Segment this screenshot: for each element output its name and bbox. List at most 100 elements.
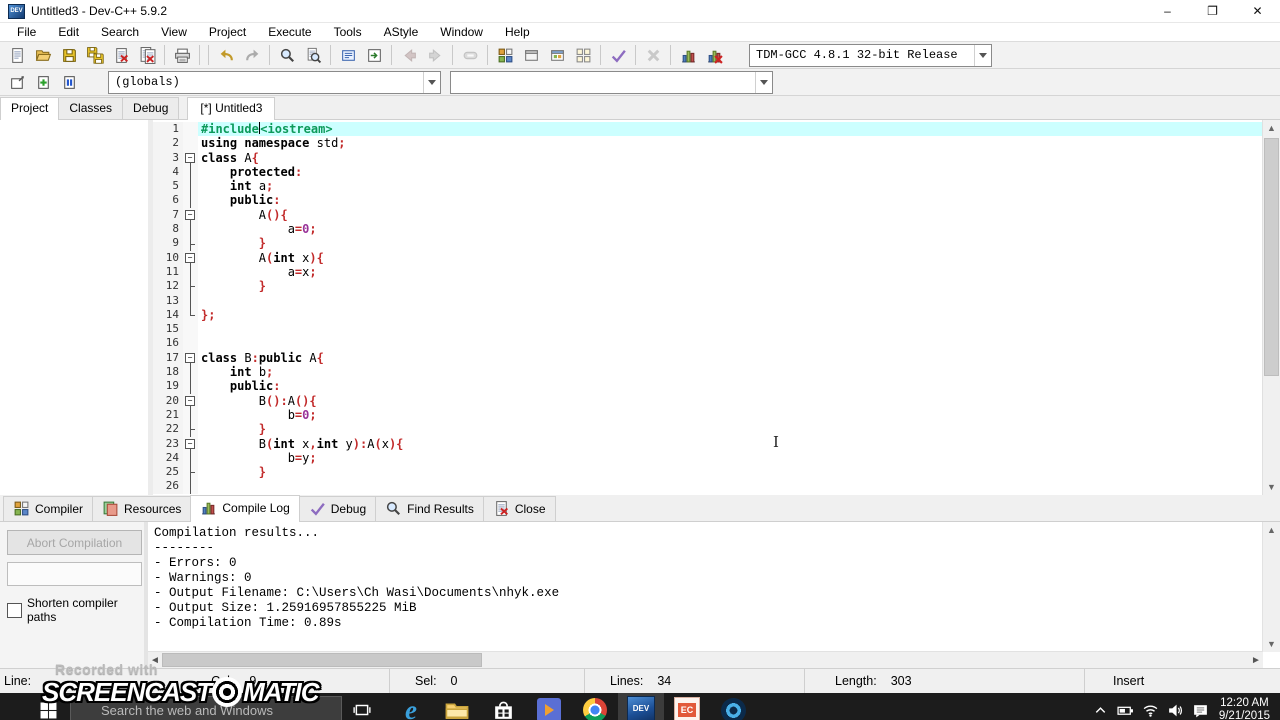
chevron-down-icon[interactable]: [755, 71, 772, 93]
log-line: - Errors: 0: [154, 556, 237, 570]
tab-project[interactable]: Project: [0, 97, 60, 120]
status-insert-mode: Insert: [1113, 674, 1145, 688]
code-text: }: [258, 236, 267, 251]
new-file-button[interactable]: [4, 43, 30, 67]
close-button[interactable]: ✕: [1235, 0, 1280, 22]
line-number: 11: [153, 264, 183, 280]
log-horizontal-scrollbar[interactable]: ◄ ►: [148, 651, 1263, 668]
rebuild-button[interactable]: [570, 43, 596, 67]
redo-button[interactable]: [239, 43, 265, 67]
open-file-button[interactable]: [30, 43, 56, 67]
volume-icon[interactable]: [1163, 693, 1188, 720]
shorten-paths-checkbox[interactable]: [7, 602, 22, 618]
scroll-right-arrow-icon[interactable]: ►: [1249, 655, 1263, 666]
scroll-down-arrow-icon[interactable]: ▼: [1263, 636, 1280, 652]
log-vertical-scrollbar[interactable]: ▲ ▼: [1262, 522, 1280, 652]
fold-collapse-icon[interactable]: [183, 350, 198, 366]
fold-collapse-icon[interactable]: [183, 436, 198, 452]
menu-help[interactable]: Help: [494, 24, 541, 40]
taskbar-app-file-explorer[interactable]: [434, 693, 480, 720]
taskbar-app-screencast-o-matic[interactable]: [710, 693, 756, 720]
profile-delete-button[interactable]: [701, 43, 727, 67]
menu-file[interactable]: File: [6, 24, 47, 40]
editor-tab-untitled3[interactable]: [*] Untitled3: [187, 97, 276, 120]
save-button[interactable]: [56, 43, 82, 67]
add-bookmark-button[interactable]: [30, 70, 56, 94]
battery-icon[interactable]: [1113, 693, 1138, 720]
fold-collapse-icon[interactable]: [183, 250, 198, 266]
scrollbar-thumb[interactable]: [162, 653, 482, 667]
tab-close[interactable]: Close: [482, 496, 556, 521]
find-button[interactable]: [274, 43, 300, 67]
fold-collapse-icon[interactable]: [183, 393, 198, 409]
action-center-icon[interactable]: [1188, 693, 1213, 720]
tab-debug[interactable]: Debug: [298, 496, 377, 521]
editor-vertical-scrollbar[interactable]: ▲ ▼: [1262, 120, 1280, 495]
members-select[interactable]: [450, 70, 773, 94]
profile-button[interactable]: [675, 43, 701, 67]
taskbar-app-expression-encoder[interactable]: EC: [664, 693, 710, 720]
taskbar-clock[interactable]: 12:20 AM 9/21/2015: [1213, 697, 1280, 720]
replace-button[interactable]: [300, 43, 326, 67]
scroll-up-arrow-icon[interactable]: ▲: [1263, 120, 1280, 136]
goto-bookmark-button[interactable]: [56, 70, 82, 94]
globals-select[interactable]: (globals): [108, 70, 441, 94]
tab-compile-log[interactable]: Compile Log: [190, 495, 300, 522]
menu-edit[interactable]: Edit: [47, 24, 90, 40]
insert-snippet-button[interactable]: [4, 70, 30, 94]
close-file-button[interactable]: [108, 43, 134, 67]
task-view-button[interactable]: [342, 693, 382, 720]
menu-search[interactable]: Search: [90, 24, 150, 40]
close-all-button[interactable]: [134, 43, 160, 67]
run-button[interactable]: [518, 43, 544, 67]
menu-execute[interactable]: Execute: [257, 24, 322, 40]
compile-button[interactable]: [492, 43, 518, 67]
chevron-down-icon[interactable]: [974, 44, 991, 66]
undo-button[interactable]: [213, 43, 239, 67]
chevron-down-icon[interactable]: [423, 71, 440, 93]
menu-astyle[interactable]: AStyle: [373, 24, 430, 40]
abort-button[interactable]: [640, 43, 666, 67]
shorten-paths-option[interactable]: Shorten compiler paths: [7, 596, 137, 624]
forward-icon: [428, 48, 441, 62]
forward-button[interactable]: [422, 43, 448, 67]
fold-guide: [183, 236, 198, 251]
tab-compiler[interactable]: Compiler: [3, 496, 94, 521]
save-all-button[interactable]: [82, 43, 108, 67]
chevron-up-icon[interactable]: [1088, 693, 1113, 720]
menu-view[interactable]: View: [150, 24, 198, 40]
taskbar-app-dev-cpp[interactable]: DEV: [618, 693, 664, 720]
restore-button[interactable]: ❐: [1190, 0, 1235, 22]
syntax-check-button[interactable]: [605, 43, 631, 67]
line-number: 19: [153, 379, 183, 394]
fold-collapse-icon[interactable]: [183, 150, 198, 166]
menu-window[interactable]: Window: [429, 24, 494, 40]
code-editor[interactable]: 1 #include <iostream> 2 using namespace std;…: [153, 120, 1280, 495]
print-button[interactable]: [169, 43, 195, 67]
insert-button[interactable]: [361, 43, 387, 67]
tab-classes[interactable]: Classes: [58, 97, 124, 119]
taskbar-app-edge[interactable]: e: [388, 693, 434, 720]
minimize-button[interactable]: –: [1145, 0, 1190, 22]
back-button[interactable]: [396, 43, 422, 67]
scroll-up-arrow-icon[interactable]: ▲: [1263, 522, 1280, 538]
tab-find-results[interactable]: Find Results: [375, 496, 484, 521]
compile-log-output[interactable]: Compilation results... -------- - Errors: …: [148, 522, 1280, 668]
tab-resources[interactable]: Resources: [92, 496, 192, 521]
menu-tools[interactable]: Tools: [323, 24, 373, 40]
scroll-down-arrow-icon[interactable]: ▼: [1263, 479, 1280, 495]
remove-button[interactable]: [457, 43, 483, 67]
abort-compilation-button[interactable]: Abort Compilation: [7, 530, 142, 555]
tab-debug[interactable]: Debug: [122, 97, 180, 119]
menu-project[interactable]: Project: [198, 24, 257, 40]
wifi-icon[interactable]: [1138, 693, 1163, 720]
scrollbar-thumb[interactable]: [1264, 138, 1279, 376]
compile-run-button[interactable]: [544, 43, 570, 67]
compiler-select[interactable]: TDM-GCC 4.8.1 32-bit Release: [749, 43, 992, 67]
goto-line-button[interactable]: [335, 43, 361, 67]
taskbar-app-movies[interactable]: [526, 693, 572, 720]
taskbar-app-chrome[interactable]: [572, 693, 618, 720]
project-panel[interactable]: [0, 120, 153, 495]
fold-collapse-icon[interactable]: [183, 207, 198, 223]
taskbar-app-store[interactable]: [480, 693, 526, 720]
